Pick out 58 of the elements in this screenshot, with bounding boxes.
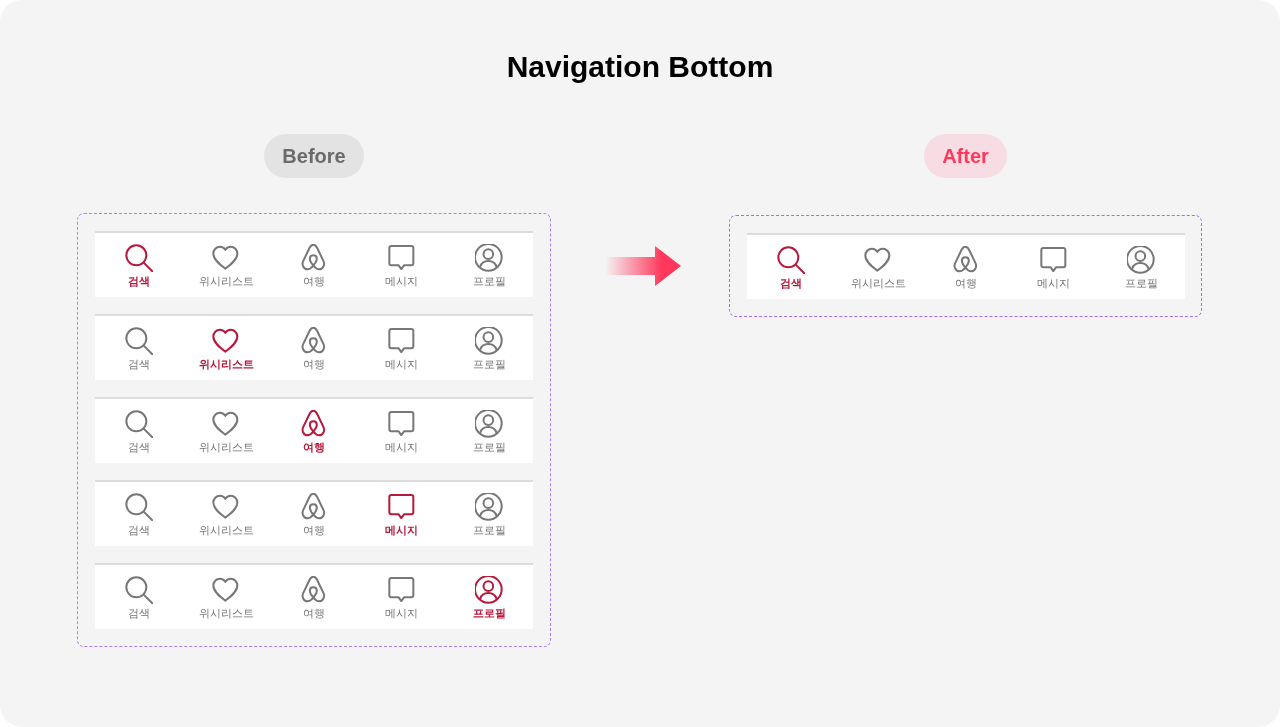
before-label: Before	[264, 134, 364, 178]
nav-tab[interactable]: 메시지	[357, 565, 446, 629]
nav-tab[interactable]: 메시지	[357, 399, 446, 463]
nav-tab[interactable]: 검색	[95, 482, 183, 546]
search-icon	[776, 246, 805, 274]
nav-tab[interactable]: 위시리스트	[182, 316, 271, 380]
nav-tab[interactable]: 메시지	[1009, 235, 1098, 299]
nav-tab[interactable]: 여행	[922, 235, 1010, 299]
speech-bubble-icon	[387, 493, 416, 521]
loop-logo-icon	[300, 410, 328, 438]
heart-icon	[212, 410, 241, 438]
loop-logo-icon	[300, 244, 328, 272]
nav-tab[interactable]: 프로필	[445, 233, 533, 297]
nav-tab[interactable]: 여행	[270, 233, 358, 297]
nav-tab[interactable]: 메시지	[357, 233, 446, 297]
nav-tab[interactable]: 프로필	[445, 565, 533, 629]
speech-bubble-icon	[1039, 246, 1068, 274]
nav-tab[interactable]: 여행	[270, 482, 358, 546]
nav-tab[interactable]: 메시지	[357, 316, 446, 380]
loop-logo-icon	[300, 576, 328, 604]
speech-bubble-icon	[387, 410, 416, 438]
nav-tab[interactable]: 프로필	[445, 482, 533, 546]
heart-icon	[212, 244, 241, 272]
nav-tab[interactable]: 검색	[95, 399, 183, 463]
nav-tab[interactable]: 프로필	[1097, 235, 1185, 299]
nav-tab[interactable]: 위시리스트	[834, 235, 923, 299]
speech-bubble-icon	[387, 244, 416, 272]
nav-tab[interactable]: 검색	[95, 565, 183, 629]
loop-logo-icon	[300, 493, 328, 521]
page-title: Navigation Bottom	[506, 49, 774, 85]
speech-bubble-icon	[387, 576, 416, 604]
search-icon	[124, 327, 153, 355]
loop-logo-icon	[952, 246, 980, 274]
nav-tab[interactable]: 검색	[95, 233, 183, 297]
heart-icon	[212, 576, 241, 604]
heart-icon	[212, 327, 241, 355]
after-label: After	[924, 134, 1007, 178]
nav-tab[interactable]: 여행	[270, 399, 358, 463]
heart-icon	[864, 246, 893, 274]
nav-tab[interactable]: 위시리스트	[182, 565, 271, 629]
nav-tab[interactable]: 검색	[747, 235, 835, 299]
nav-tab[interactable]: 검색	[95, 316, 183, 380]
speech-bubble-icon	[387, 327, 416, 355]
nav-tab[interactable]: 위시리스트	[182, 399, 271, 463]
nav-tab[interactable]: 프로필	[445, 399, 533, 463]
nav-tab[interactable]: 여행	[270, 565, 358, 629]
nav-tab[interactable]: 메시지	[357, 482, 446, 546]
nav-tab[interactable]: 위시리스트	[182, 482, 271, 546]
nav-tab[interactable]: 프로필	[445, 316, 533, 380]
search-icon	[124, 576, 153, 604]
search-icon	[124, 244, 153, 272]
search-icon	[124, 493, 153, 521]
heart-icon	[212, 493, 241, 521]
right-arrow-icon	[605, 246, 681, 286]
nav-tab[interactable]: 여행	[270, 316, 358, 380]
nav-tab[interactable]: 위시리스트	[182, 233, 271, 297]
loop-logo-icon	[300, 327, 328, 355]
search-icon	[124, 410, 153, 438]
